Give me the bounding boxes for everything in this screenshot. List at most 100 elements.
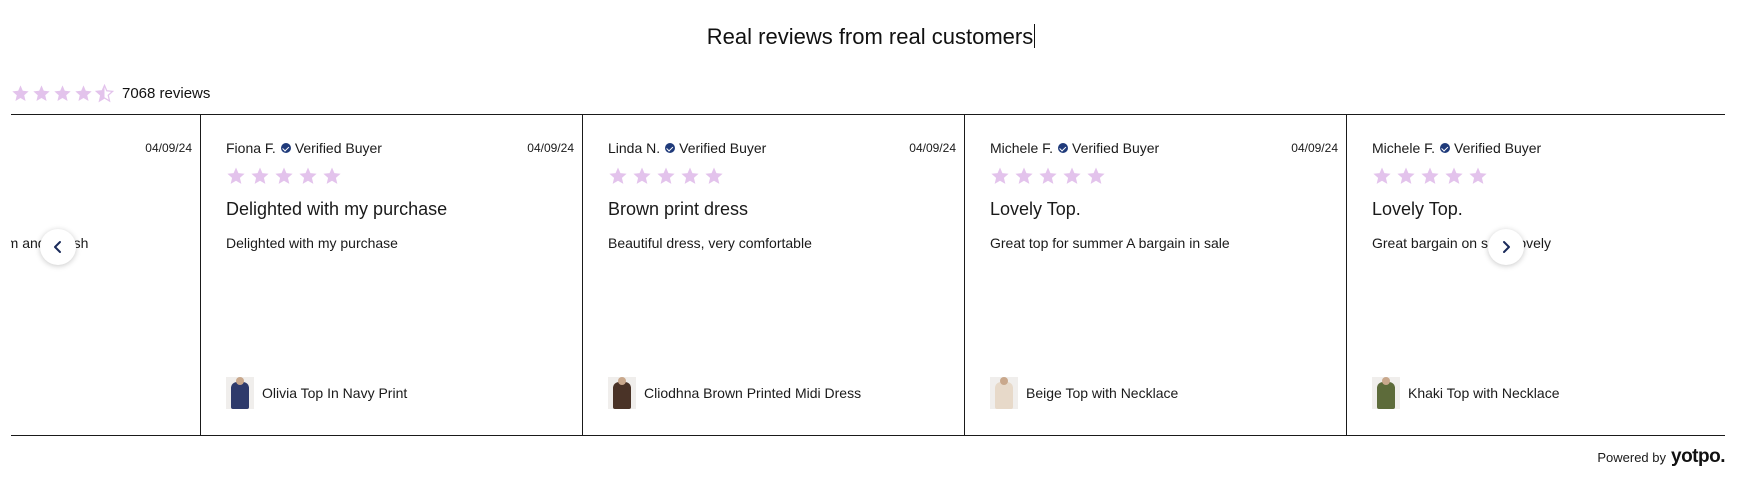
star-full-icon: [299, 167, 317, 184]
verified-buyer-label: Verified Buyer: [294, 140, 382, 156]
text-caret: [1034, 24, 1036, 48]
thumbnail-model-head: [236, 377, 244, 385]
review-card: Michele F. Verified Buyer Lovely Top. Great…: [1346, 114, 1725, 436]
product-thumbnail[interactable]: [990, 377, 1018, 409]
summary-stars: [11, 83, 114, 103]
review-card-header: Verified Buyer04/09/24: [11, 140, 192, 156]
star-full-icon: [12, 84, 29, 101]
review-date: 04/09/24: [909, 141, 956, 155]
chevron-right-icon: [1503, 241, 1510, 253]
review-card: Fiona F. Verified Buyer 04/09/24 Delighted …: [200, 114, 600, 436]
powered-by[interactable]: Powered by yotpo.: [1597, 446, 1725, 468]
star-full-icon: [1039, 167, 1057, 184]
review-body: Great bargain on sale Lovely: [1372, 235, 1551, 251]
star-full-icon: [1087, 167, 1105, 184]
review-date: 04/09/24: [1291, 141, 1338, 155]
review-body: Admired by many...it's warm and stylish: [11, 235, 88, 251]
review-card-header: Michele F. Verified Buyer: [1372, 140, 1720, 156]
carousel-prev-button[interactable]: [40, 229, 76, 265]
review-product[interactable]: Olivia Top In Navy Print: [226, 377, 407, 409]
review-product[interactable]: Beige Top with Necklace: [990, 377, 1178, 409]
review-card: Verified Buyer04/09/24 Admired by many...…: [11, 114, 218, 436]
product-name-link[interactable]: Olivia Top In Navy Print: [262, 385, 407, 401]
thumbnail-model-head: [1000, 377, 1008, 385]
star-full-icon: [1445, 167, 1463, 184]
star-full-icon: [705, 167, 723, 184]
star-full-icon: [33, 84, 50, 101]
star-full-icon: [1469, 167, 1487, 184]
thumbnail-garment: [1377, 382, 1395, 409]
review-card: Michele F. Verified Buyer 04/09/24 Lovely T…: [964, 114, 1364, 436]
review-card-header: Michele F. Verified Buyer 04/09/24: [990, 140, 1338, 156]
product-name-link[interactable]: Khaki Top with Necklace: [1408, 385, 1559, 401]
verified-check-icon: [665, 143, 676, 153]
star-full-icon: [1373, 167, 1391, 184]
rating-summary[interactable]: 7068 reviews: [11, 80, 210, 106]
product-name-link[interactable]: Cliodhna Brown Printed Midi Dress: [644, 385, 861, 401]
review-count: 7068 reviews: [122, 84, 211, 102]
reviewer-name: Fiona F.: [226, 140, 276, 156]
star-full-icon: [1421, 167, 1439, 184]
reviewer-name: Michele F.: [1372, 140, 1436, 156]
verified-check-icon: [280, 143, 291, 153]
verified-buyer-label: Verified Buyer: [1454, 140, 1542, 156]
review-title: Delighted with my purchase: [226, 199, 448, 219]
review-body: Delighted with my purchase: [226, 235, 398, 251]
thumbnail-garment: [231, 382, 249, 409]
review-card: Linda N. Verified Buyer 04/09/24 Brown prin…: [582, 114, 982, 436]
reviewer-name: Linda N.: [608, 140, 661, 156]
reviewer-info: Michele F. Verified Buyer: [1372, 140, 1541, 156]
star-full-icon: [1063, 167, 1081, 184]
star-full-icon: [991, 167, 1009, 184]
reviews-carousel: Verified Buyer04/09/24Admired by many...…: [11, 114, 1725, 436]
carousel-next-button[interactable]: [1488, 229, 1524, 265]
powered-by-label: Powered by: [1597, 450, 1666, 465]
review-card-header: Fiona F. Verified Buyer 04/09/24: [226, 140, 574, 156]
thumbnail-model-head: [618, 377, 626, 385]
product-thumbnail[interactable]: [1372, 377, 1400, 409]
reviewer-info: Linda N. Verified Buyer: [608, 140, 766, 156]
product-name-link[interactable]: Beige Top with Necklace: [1026, 385, 1178, 401]
star-full-icon: [323, 167, 341, 184]
star-full-icon: [227, 167, 245, 184]
review-title: Brown print dress: [608, 199, 749, 219]
star-full-icon: [633, 167, 651, 184]
star-full-icon: [75, 84, 92, 101]
verified-buyer-label: Verified Buyer: [1072, 140, 1160, 156]
star-full-icon: [681, 167, 699, 184]
reviewer-name: Michele F.: [990, 140, 1054, 156]
star-full-icon: [657, 167, 675, 184]
review-title: Lovely Top.: [990, 199, 1081, 219]
reviewer-info: Fiona F. Verified Buyer: [226, 140, 382, 156]
review-stars: [1372, 166, 1488, 186]
star-full-icon: [251, 167, 269, 184]
verified-buyer-label: Verified Buyer: [679, 140, 767, 156]
thumbnail-garment: [995, 382, 1013, 409]
verified-check-icon: [1058, 143, 1069, 153]
reviewer-info: Michele F. Verified Buyer: [990, 140, 1159, 156]
star-full-icon: [609, 167, 627, 184]
review-card-header: Linda N. Verified Buyer 04/09/24: [608, 140, 956, 156]
yotpo-logo: yotpo.: [1671, 446, 1726, 467]
star-full-icon: [1397, 167, 1415, 184]
review-body: Great top for summer A bargain in sale: [990, 235, 1230, 251]
star-full-icon: [54, 84, 71, 101]
chevron-left-icon: [54, 241, 61, 253]
star-full-icon: [275, 167, 293, 184]
review-stars: [990, 166, 1106, 186]
review-body: Beautiful dress, very comfortable: [608, 235, 812, 251]
review-title: Lovely Top.: [1372, 199, 1463, 219]
review-product[interactable]: Cliodhna Brown Printed Midi Dress: [608, 377, 861, 409]
section-heading: Real reviews from real customers: [706, 24, 1036, 49]
review-stars: [226, 166, 342, 186]
star-half-icon: [95, 83, 114, 102]
review-product[interactable]: Khaki Top with Necklace: [1372, 377, 1559, 409]
star-full-icon: [1015, 167, 1033, 184]
verified-check-icon: [1440, 143, 1451, 153]
product-thumbnail[interactable]: [226, 377, 254, 409]
thumbnail-model-head: [1382, 377, 1390, 385]
thumbnail-garment: [613, 382, 631, 409]
product-thumbnail[interactable]: [608, 377, 636, 409]
review-date: 04/09/24: [527, 141, 574, 155]
review-date: 04/09/24: [145, 141, 192, 155]
